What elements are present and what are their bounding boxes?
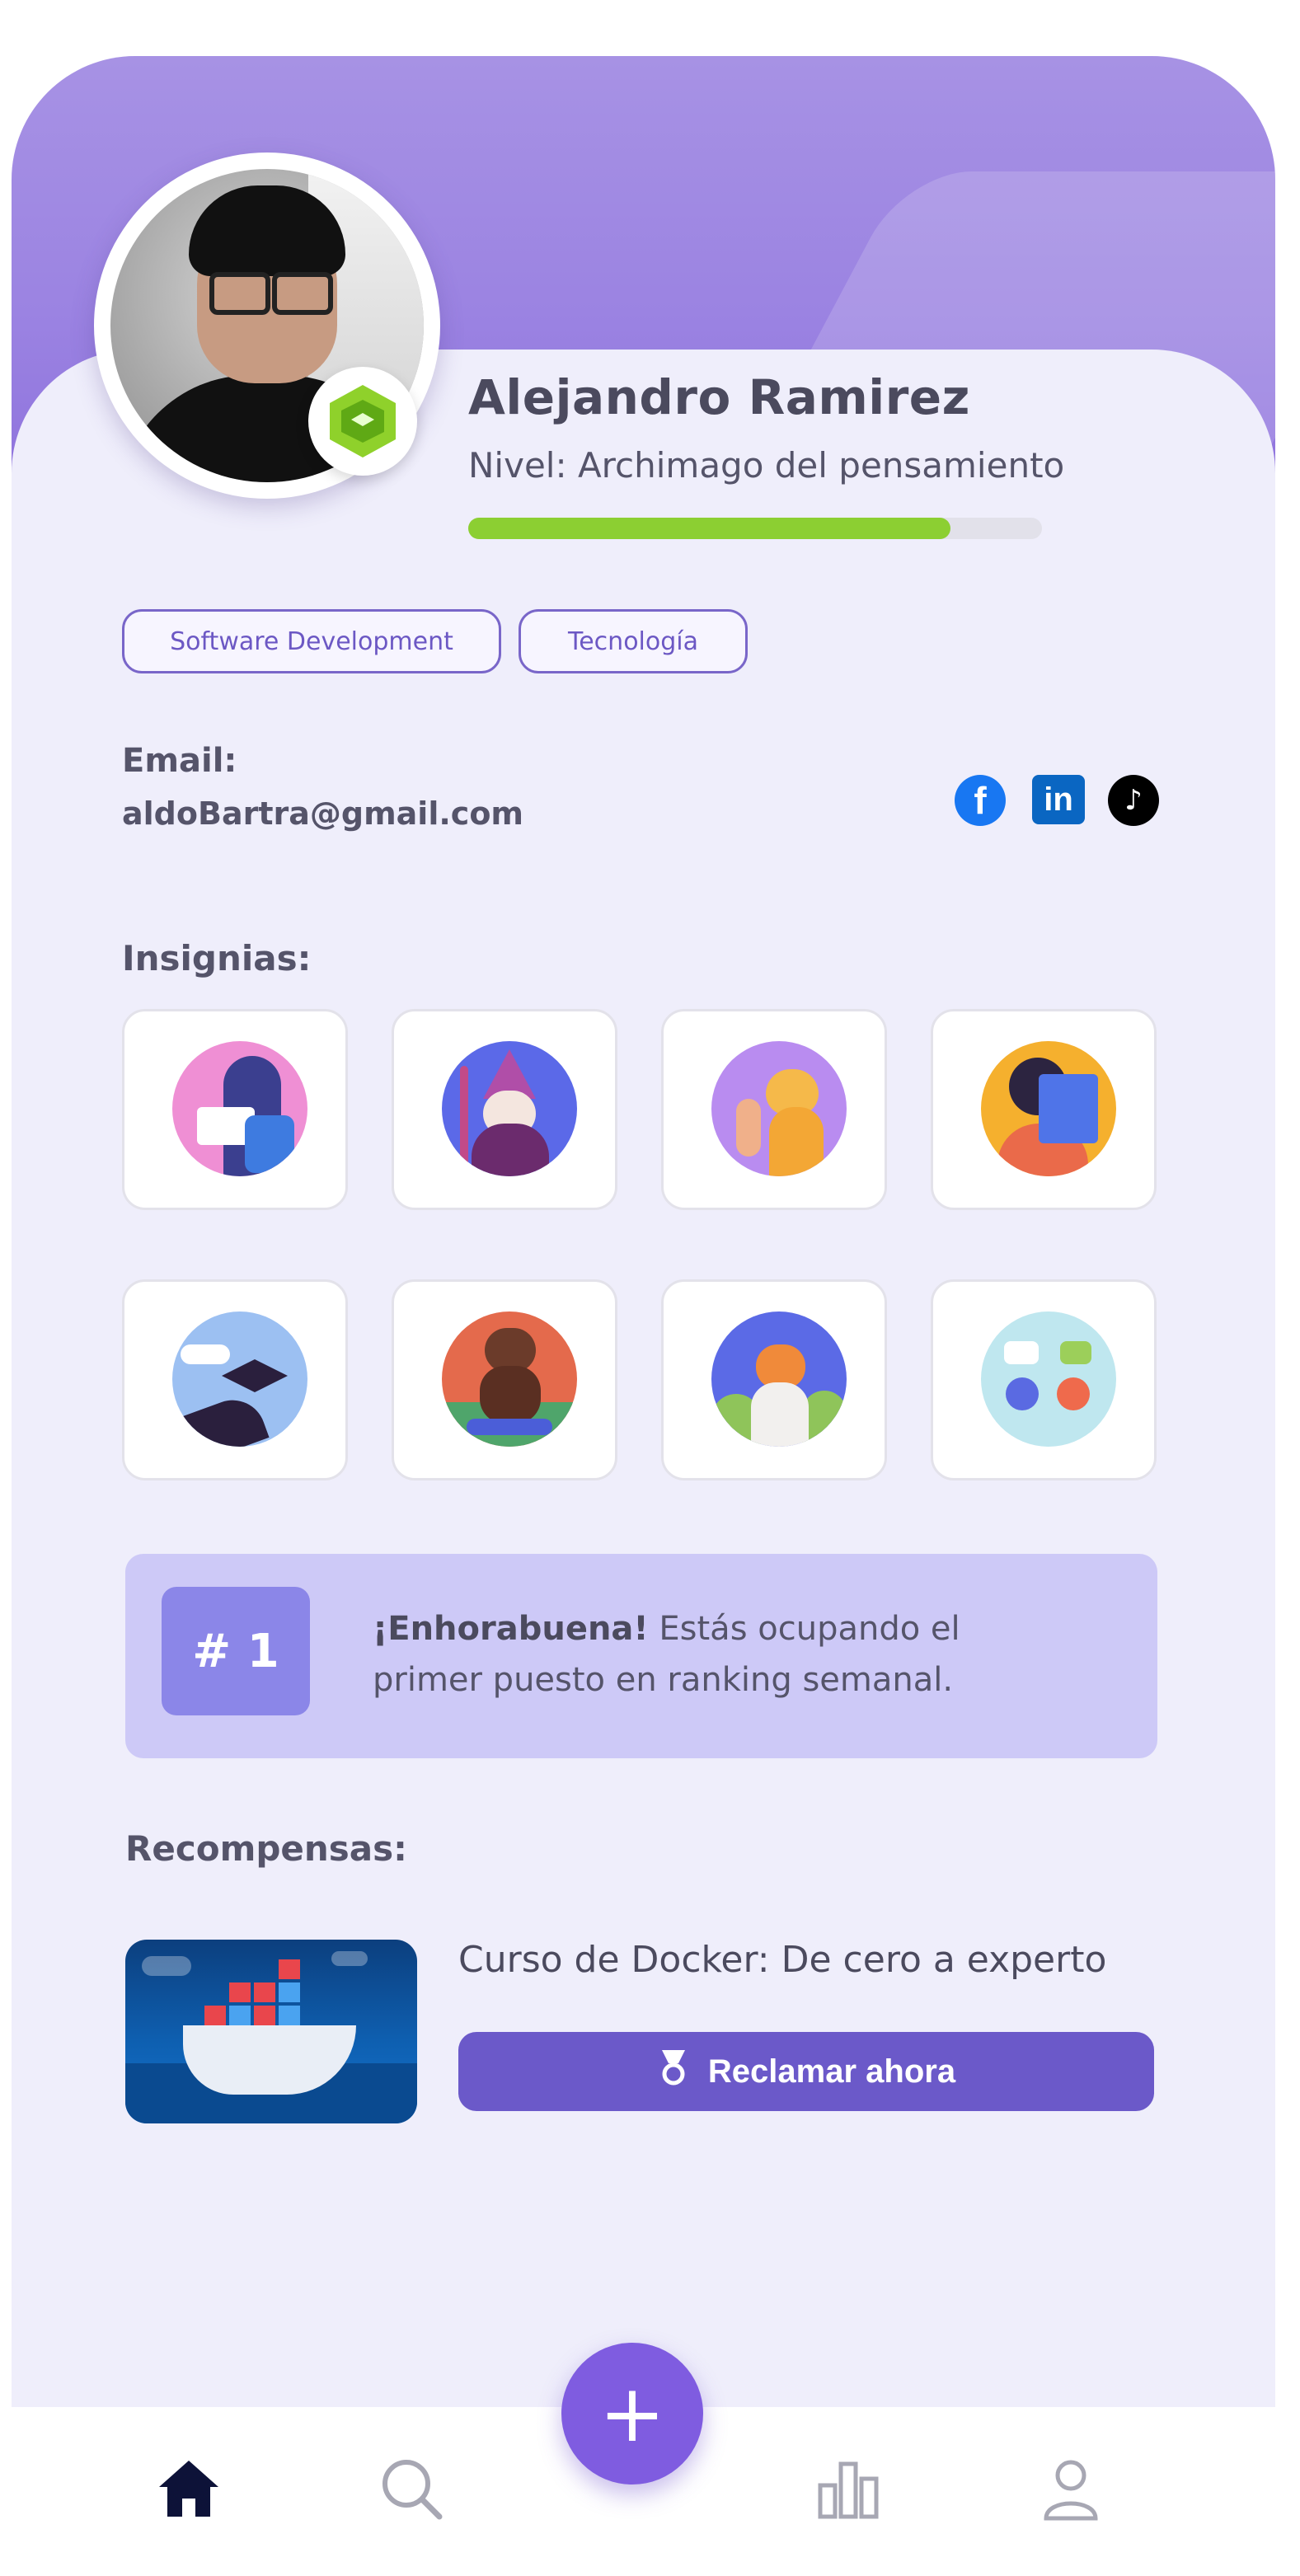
graduation-badge xyxy=(172,1311,307,1447)
badge-card-6[interactable] xyxy=(392,1279,617,1480)
avatar[interactable] xyxy=(94,152,440,499)
level-progress-bar xyxy=(468,518,1042,539)
photo-glasses-left xyxy=(209,272,270,315)
ranking-headline: ¡Enhorabuena! xyxy=(373,1610,649,1648)
photo-glasses-right xyxy=(272,272,333,315)
badge-card-5[interactable] xyxy=(122,1279,348,1480)
tag-software-development[interactable]: Software Development xyxy=(122,609,501,673)
reading-girl-badge xyxy=(981,1041,1116,1176)
level-progress-fill xyxy=(468,518,950,539)
search-icon[interactable] xyxy=(374,2452,448,2526)
badge-card-7[interactable] xyxy=(661,1279,887,1480)
docker-course-image[interactable] xyxy=(125,1940,417,2123)
ranking-message: ¡Enhorabuena! Estás ocupando el primer p… xyxy=(373,1603,999,1706)
email-label: Email: xyxy=(122,742,237,780)
badge-card-8[interactable] xyxy=(931,1279,1157,1480)
cat-badge xyxy=(711,1041,847,1176)
badge-card-1[interactable] xyxy=(122,1009,348,1210)
user-name: Alejandro Ramirez xyxy=(468,369,970,425)
insignias-title: Insignias: xyxy=(122,938,312,978)
claim-reward-button[interactable]: Reclamar ahora xyxy=(458,2032,1154,2111)
medal-icon xyxy=(657,2048,690,2095)
level-badge[interactable] xyxy=(308,367,417,476)
rewards-title: Recompensas: xyxy=(125,1828,407,1869)
facebook-icon[interactable]: f xyxy=(955,775,1006,826)
wizard-staff-badge xyxy=(442,1041,577,1176)
home-icon[interactable] xyxy=(152,2452,226,2526)
stats-icon[interactable] xyxy=(811,2452,885,2526)
claim-button-label: Reclamar ahora xyxy=(707,2053,956,2090)
ranking-banner: # 1 ¡Enhorabuena! Estás ocupando el prim… xyxy=(125,1554,1157,1758)
reward-course-title: Curso de Docker: De cero a experto xyxy=(458,1939,1107,1981)
user-icon[interactable] xyxy=(1034,2452,1108,2526)
dog-badge xyxy=(442,1311,577,1447)
badge-card-4[interactable] xyxy=(931,1009,1157,1210)
user-level: Nivel: Archimago del pensamiento xyxy=(468,445,1065,486)
tag-tecnologia[interactable]: Tecnología xyxy=(519,609,748,673)
email-value[interactable]: aldoBartra@gmail.com xyxy=(122,795,523,832)
reading-wizard-badge xyxy=(172,1041,307,1176)
community-badge xyxy=(981,1311,1116,1447)
rank-position: # 1 xyxy=(162,1587,310,1715)
badge-card-2[interactable] xyxy=(392,1009,617,1210)
fox-badge xyxy=(711,1311,847,1447)
linkedin-icon[interactable]: in xyxy=(1032,775,1085,824)
add-icon[interactable]: + xyxy=(561,2343,703,2485)
badge-card-3[interactable] xyxy=(661,1009,887,1210)
tiktok-icon[interactable]: ♪ xyxy=(1108,775,1159,826)
